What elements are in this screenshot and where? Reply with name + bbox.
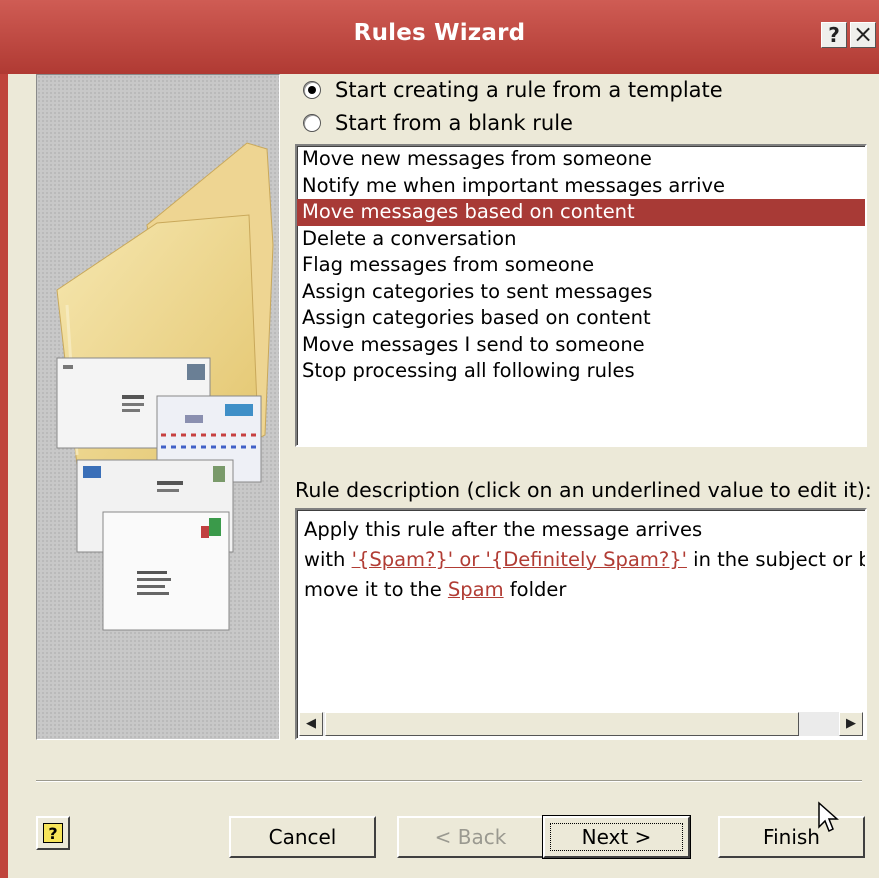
template-item[interactable]: Delete a conversation	[297, 226, 865, 253]
description-line-3: move it to the Spam folder	[304, 578, 566, 601]
wizard-illustration	[36, 74, 280, 740]
dialog-client-area: Start creating a rule from a template St…	[8, 74, 879, 878]
next-button[interactable]: Next >	[542, 815, 691, 859]
spam-folder-link[interactable]: Spam	[448, 578, 504, 601]
description-text: move it to the	[304, 578, 448, 601]
spam-words-link[interactable]: '{Spam?}' or '{Definitely Spam?}'	[352, 548, 687, 571]
blank-rule-radio[interactable]	[303, 114, 321, 132]
scrollbar-thumb[interactable]	[325, 712, 799, 736]
template-option[interactable]: Start creating a rule from a template	[303, 75, 723, 105]
cancel-button[interactable]: Cancel	[229, 816, 376, 858]
template-item[interactable]: Notify me when important messages arrive	[297, 173, 865, 200]
description-line-1: Apply this rule after the message arrive…	[304, 518, 703, 541]
focus-rectangle	[550, 823, 683, 851]
template-option-label: Start creating a rule from a template	[335, 78, 723, 102]
help-icon: ?	[43, 823, 63, 843]
finish-button[interactable]: Finish	[718, 816, 865, 858]
help-button[interactable]: ?	[36, 816, 70, 850]
back-button[interactable]: < Back	[397, 816, 544, 858]
template-item[interactable]: Move messages I send to someone	[297, 332, 865, 359]
horizontal-scrollbar[interactable]: ◀ ▶	[299, 712, 863, 736]
template-list[interactable]: Move new messages from someone Notify me…	[295, 144, 867, 447]
mouse-cursor-icon	[818, 801, 839, 833]
template-item[interactable]: Assign categories to sent messages	[297, 279, 865, 306]
title-bar[interactable]: Rules Wizard ? ×	[0, 0, 879, 74]
template-radio[interactable]	[303, 81, 321, 99]
scroll-left-arrow-icon[interactable]: ◀	[299, 712, 323, 736]
template-item[interactable]: Move new messages from someone	[297, 146, 865, 173]
footer-divider	[36, 780, 862, 782]
rule-description-box[interactable]: Apply this rule after the message arrive…	[295, 508, 867, 740]
title-help-button[interactable]: ?	[821, 22, 847, 48]
template-item[interactable]: Flag messages from someone	[297, 252, 865, 279]
description-text: with	[304, 548, 352, 571]
description-line-2: with '{Spam?}' or '{Definitely Spam?}' i…	[304, 548, 865, 571]
template-item-selected[interactable]: Move messages based on content	[297, 199, 865, 226]
blank-rule-option-label: Start from a blank rule	[335, 111, 573, 135]
window-title: Rules Wizard	[353, 20, 526, 46]
rule-description-label: Rule description (click on an underlined…	[295, 478, 872, 502]
scroll-right-arrow-icon[interactable]: ▶	[839, 712, 863, 736]
description-text: folder	[503, 578, 567, 601]
title-close-button[interactable]: ×	[850, 22, 876, 48]
rules-wizard-window: Rules Wizard ? × Start creating a rule f…	[0, 0, 879, 878]
folder-and-envelopes-graphic	[56, 142, 274, 631]
description-text: in the subject or body	[693, 548, 865, 571]
template-item[interactable]: Stop processing all following rules	[297, 358, 865, 385]
template-item[interactable]: Assign categories based on content	[297, 305, 865, 332]
blank-rule-option[interactable]: Start from a blank rule	[303, 108, 573, 138]
